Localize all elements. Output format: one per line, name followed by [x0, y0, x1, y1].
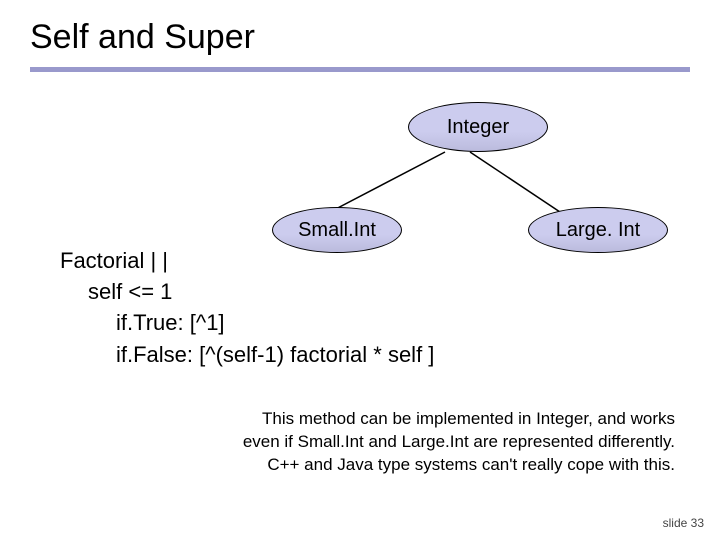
footnote-line-2: even if Small.Int and Large.Int are repr… — [110, 431, 675, 454]
code-line-1: Factorial | | — [60, 245, 434, 276]
node-largeint: Large. Int — [528, 207, 668, 253]
node-smallint-label: Small.Int — [298, 219, 376, 242]
code-line-3: if.True: [^1] — [60, 307, 434, 338]
footnote-line-1: This method can be implemented in Intege… — [110, 408, 675, 431]
class-hierarchy-diagram: Integer Small.Int Large. Int — [30, 102, 690, 262]
code-line-2: self <= 1 — [60, 276, 434, 307]
code-block: Factorial | | self <= 1 if.True: [^1] if… — [60, 245, 434, 370]
slide: Self and Super Integer Small.Int Large. … — [0, 0, 720, 540]
footnote-line-3: C++ and Java type systems can't really c… — [110, 454, 675, 477]
node-integer: Integer — [408, 102, 548, 152]
footnote: This method can be implemented in Intege… — [110, 408, 675, 477]
node-largeint-label: Large. Int — [556, 219, 641, 242]
slide-number: slide 33 — [663, 516, 704, 530]
title-underline — [30, 67, 690, 72]
page-title: Self and Super — [30, 18, 690, 57]
code-line-4: if.False: [^(self-1) factorial * self ] — [60, 339, 434, 370]
node-integer-label: Integer — [447, 116, 509, 139]
